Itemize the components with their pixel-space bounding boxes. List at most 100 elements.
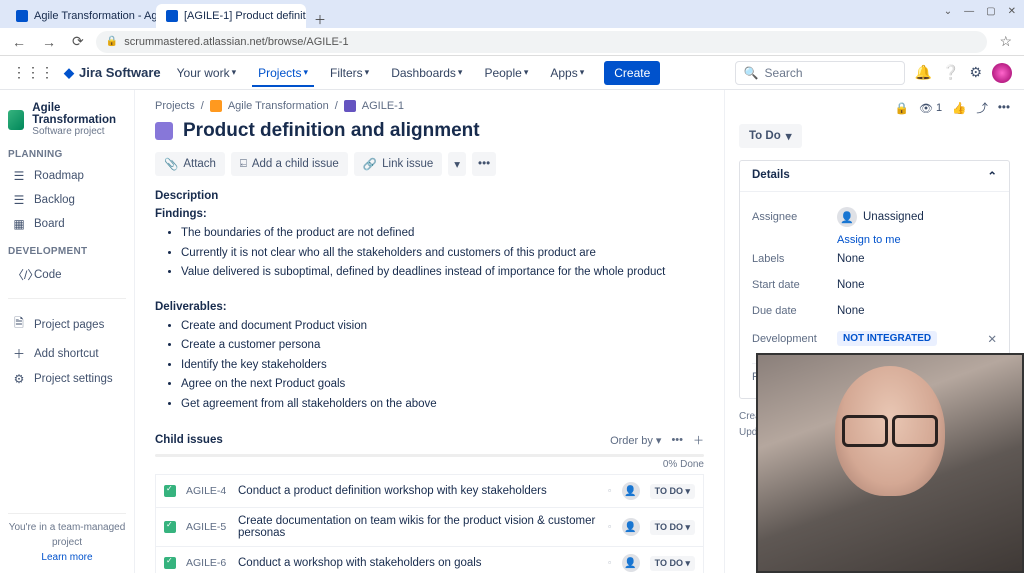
bookmark-icon[interactable]: ☆	[995, 33, 1016, 50]
epic-icon	[344, 100, 356, 112]
nav-apps[interactable]: Apps▾	[544, 59, 590, 87]
reload-button[interactable]: ⟳	[68, 33, 88, 50]
details-toggle[interactable]: Details⌃	[740, 161, 1009, 192]
url-bar[interactable]: 🔒 scrummastered.atlassian.net/browse/AGI…	[96, 31, 988, 53]
description-body[interactable]: Findings: The boundaries of the product …	[155, 208, 704, 414]
child-status-dropdown[interactable]: TO DO ▾	[650, 520, 695, 535]
child-issues-more[interactable]: •••	[671, 434, 683, 446]
deliverable-item: Create and document Product vision	[181, 317, 704, 337]
status-dropdown[interactable]: To Do▾	[739, 124, 802, 148]
sidebar-project-pages[interactable]: 🗎Project pages	[8, 309, 126, 340]
bc-projects[interactable]: Projects	[155, 100, 195, 112]
child-issue-summary[interactable]: Conduct a product definition workshop wi…	[238, 485, 598, 497]
child-issue-key[interactable]: AGILE-5	[186, 521, 228, 533]
priority-icon[interactable]: ◦	[608, 485, 612, 497]
notifications-icon[interactable]: 🔔	[915, 64, 932, 81]
link-issue-button[interactable]: 🔗Link issue	[354, 152, 442, 176]
child-issues-heading: Child issues	[155, 434, 223, 446]
sidebar-code[interactable]: 〈/〉Code	[8, 261, 126, 288]
findings-heading: Findings:	[155, 208, 704, 220]
product-logo[interactable]: ◆ Jira Software	[64, 65, 161, 81]
browser-tab[interactable]: Agile Transformation - Agile boa✕	[6, 4, 156, 28]
forward-button[interactable]: →	[38, 34, 60, 50]
nav-people[interactable]: People▾	[478, 59, 534, 87]
development-value[interactable]: NOT INTEGRATED	[837, 331, 937, 346]
search-input[interactable]: 🔍 Search	[735, 61, 905, 85]
more-icon[interactable]: •••	[998, 102, 1010, 114]
like-icon[interactable]: 👍	[952, 101, 966, 115]
child-assignee[interactable]: 👤	[622, 482, 640, 500]
start-date-value[interactable]: None	[837, 279, 865, 291]
close-icon[interactable]: ✕	[987, 332, 997, 346]
finding-item: Currently it is not clear who all the st…	[181, 244, 704, 264]
minimize-icon[interactable]: —	[964, 6, 974, 17]
sidebar-backlog[interactable]: ☰Backlog	[8, 188, 126, 212]
close-window-icon[interactable]: ✕	[1008, 6, 1016, 17]
deliverables-heading: Deliverables:	[155, 301, 704, 313]
deliverable-item: Agree on the next Product goals	[181, 375, 704, 395]
sidebar-add-shortcut[interactable]: ＋Add shortcut	[8, 340, 126, 367]
epic-color-chip[interactable]	[155, 122, 173, 140]
child-issue-summary[interactable]: Create documentation on team wikis for t…	[238, 515, 598, 539]
watchers-button[interactable]: 👁 1	[919, 102, 942, 115]
new-tab-button[interactable]: ＋	[306, 11, 334, 28]
nav-filters[interactable]: Filters▾	[324, 59, 375, 87]
priority-icon[interactable]: ◦	[608, 521, 612, 533]
child-issue-row[interactable]: AGILE-5 Create documentation on team wik…	[155, 508, 704, 547]
sidebar-board[interactable]: ▦Board	[8, 212, 126, 236]
learn-more-link[interactable]: Learn more	[41, 552, 92, 563]
chevron-down-icon[interactable]: ⌄	[944, 6, 952, 17]
progress-bar	[155, 454, 704, 457]
nav-your-work[interactable]: Your work▾	[171, 59, 242, 87]
nav-projects[interactable]: Projects▾	[252, 59, 314, 87]
attach-button[interactable]: 📎Attach	[155, 152, 225, 176]
unassigned-avatar-icon: 👤	[837, 207, 857, 227]
sidebar-roadmap[interactable]: ☰Roadmap	[8, 164, 126, 188]
link-issue-dropdown[interactable]: ▾	[448, 152, 466, 176]
bc-issue-key[interactable]: AGILE-1	[362, 100, 404, 112]
profile-avatar[interactable]	[992, 63, 1012, 83]
due-date-value[interactable]: None	[837, 305, 865, 317]
breadcrumb: Projects / Agile Transformation / AGILE-…	[155, 100, 704, 112]
more-actions-button[interactable]: •••	[472, 152, 496, 176]
story-icon	[164, 557, 176, 569]
share-icon[interactable]: ⤴	[976, 100, 988, 116]
sidebar-footer: You're in a team-managed project Learn m…	[8, 513, 126, 565]
assign-to-me-link[interactable]: Assign to me	[837, 234, 901, 246]
maximize-icon[interactable]: ▢	[986, 6, 995, 17]
assignee-value[interactable]: Unassigned	[863, 211, 924, 223]
browser-tab-active[interactable]: [AGILE-1] Product definition and✕	[156, 4, 306, 28]
sidebar-project-settings[interactable]: ⚙Project settings	[8, 367, 126, 391]
child-issue-key[interactable]: AGILE-4	[186, 485, 228, 497]
child-issue-row[interactable]: AGILE-4 Conduct a product definition wor…	[155, 474, 704, 508]
deliverable-item: Create a customer persona	[181, 336, 704, 356]
project-header[interactable]: Agile Transformation Software project	[8, 102, 126, 137]
link-icon: 🔗	[363, 157, 377, 171]
order-by-dropdown[interactable]: Order by ▾	[610, 434, 661, 447]
issue-title[interactable]: Product definition and alignment	[183, 120, 480, 142]
child-assignee[interactable]: 👤	[622, 554, 640, 572]
back-button[interactable]: ←	[8, 34, 30, 50]
lock-icon[interactable]: 🔒	[895, 101, 909, 115]
child-issue-summary[interactable]: Conduct a workshop with stakeholders on …	[238, 557, 598, 569]
child-status-dropdown[interactable]: TO DO ▾	[650, 484, 695, 499]
webcam-overlay	[756, 353, 1024, 573]
app-switcher-icon[interactable]: ⋮⋮⋮	[12, 64, 54, 81]
finding-item: The boundaries of the product are not de…	[181, 224, 704, 244]
child-assignee[interactable]: 👤	[622, 518, 640, 536]
help-icon[interactable]: ❔	[942, 64, 959, 81]
nav-dashboards[interactable]: Dashboards▾	[385, 59, 468, 87]
labels-value[interactable]: None	[837, 253, 865, 265]
add-child-issue-inline[interactable]: ＋	[693, 432, 704, 448]
priority-icon[interactable]: ◦	[608, 557, 612, 569]
create-button[interactable]: Create	[604, 61, 660, 85]
gear-icon: ⚙	[12, 372, 26, 386]
settings-icon[interactable]: ⚙	[969, 64, 982, 81]
bc-project[interactable]: Agile Transformation	[228, 100, 329, 112]
child-status-dropdown[interactable]: TO DO ▾	[650, 556, 695, 571]
add-child-button[interactable]: ⍇Add a child issue	[231, 152, 348, 176]
browser-toolbar: ← → ⟳ 🔒 scrummastered.atlassian.net/brow…	[0, 28, 1024, 56]
child-issue-key[interactable]: AGILE-6	[186, 557, 228, 569]
issue-main: Projects / Agile Transformation / AGILE-…	[135, 90, 724, 573]
child-issue-row[interactable]: AGILE-6 Conduct a workshop with stakehol…	[155, 547, 704, 573]
